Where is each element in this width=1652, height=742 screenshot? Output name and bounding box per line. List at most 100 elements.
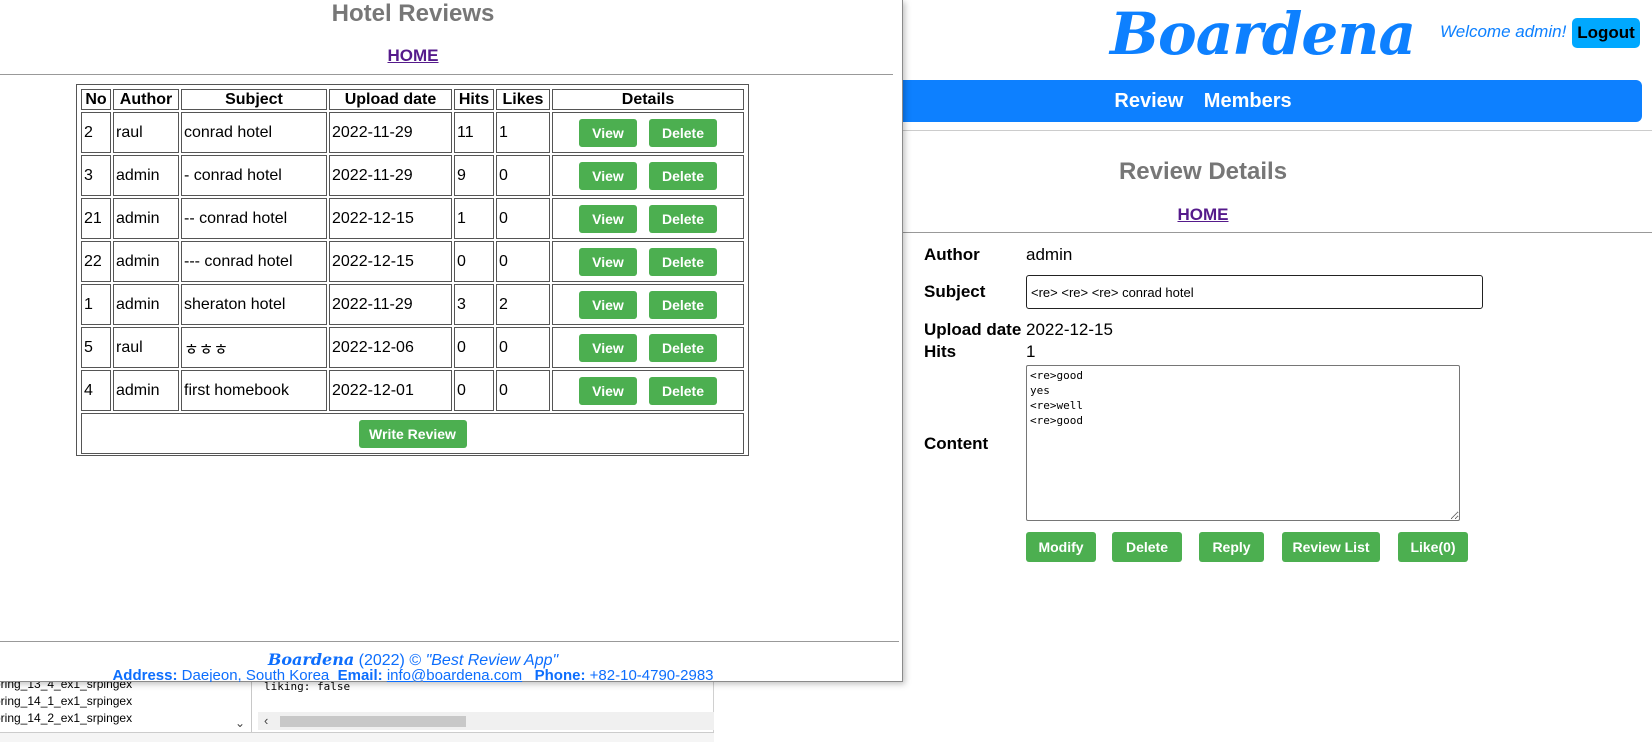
footer-contact: Address: Daejeon, South Korea Email: inf… [0, 667, 826, 682]
cell-likes: 0 [496, 241, 550, 282]
upload-date-value: 2022-12-15 [1026, 320, 1113, 339]
horizontal-scrollbar[interactable]: ‹ [258, 712, 714, 730]
address-label: Address: [112, 667, 178, 682]
home-link[interactable]: HOME [0, 46, 826, 66]
cell-subject: - conrad hotel [181, 155, 327, 196]
review-table: No Author Subject Upload date Hits Likes… [76, 84, 749, 456]
column-header-upload-date: Upload date [329, 89, 452, 110]
cell-details: View Delete [552, 198, 744, 239]
table-row: 5 raul ㅎㅎㅎ 2022-12-06 0 0 View Delete [81, 327, 744, 368]
delete-button[interactable]: Delete [649, 204, 717, 233]
view-button[interactable]: View [579, 333, 637, 362]
scrollbar-thumb[interactable] [280, 716, 466, 727]
cell-details: View Delete [552, 284, 744, 325]
cell-date: 2022-11-29 [329, 284, 452, 325]
cell-author: admin [113, 370, 179, 411]
cell-no: 4 [81, 370, 111, 411]
like-button[interactable]: Like(0) [1398, 532, 1468, 562]
tree-item[interactable]: pring_14_1_ex1_srpingex [0, 693, 251, 710]
page-title: Review Details [1118, 158, 1288, 185]
nav-item-members[interactable]: Members [1196, 80, 1300, 122]
column-header-no: No [81, 89, 111, 110]
cell-hits: 9 [454, 155, 494, 196]
cell-hits: 0 [454, 327, 494, 368]
cell-hits: 0 [454, 370, 494, 411]
delete-button[interactable]: Delete [649, 290, 717, 319]
cell-subject: --- conrad hotel [181, 241, 327, 282]
chevron-down-icon[interactable]: ⌄ [235, 716, 245, 730]
email-label: Email: [337, 667, 383, 682]
phone-value: +82-10-4790-2983 [589, 667, 714, 682]
cell-hits: 1 [454, 198, 494, 239]
table-row: 4 admin first homebook 2022-12-01 0 0 Vi… [81, 370, 744, 411]
cell-hits: 0 [454, 241, 494, 282]
phone-label: Phone: [534, 667, 586, 682]
chevron-left-icon[interactable]: ‹ [264, 712, 268, 730]
view-button[interactable]: View [579, 161, 637, 190]
ide-panel: pring_13_4_ex1_srpingex pring_14_1_ex1_s… [0, 676, 714, 742]
delete-button[interactable]: Delete [649, 333, 717, 362]
author-value: admin [1026, 245, 1073, 264]
column-header-author: Author [113, 89, 179, 110]
column-header-details: Details [552, 89, 744, 110]
view-button[interactable]: View [579, 118, 637, 147]
column-header-subject: Subject [181, 89, 327, 110]
delete-button[interactable]: Delete [1112, 532, 1182, 562]
cell-subject: conrad hotel [181, 112, 327, 153]
modify-button[interactable]: Modify [1026, 532, 1096, 562]
cell-likes: 0 [496, 198, 550, 239]
cell-author: admin [113, 155, 179, 196]
write-review-cell: Write Review [81, 413, 744, 454]
column-header-hits: Hits [454, 89, 494, 110]
cell-no: 5 [81, 327, 111, 368]
boardena-logo[interactable]: Boardena [1110, 2, 1416, 66]
cell-hits: 11 [454, 112, 494, 153]
author-label: Author [924, 245, 980, 264]
cell-author: admin [113, 284, 179, 325]
subject-input[interactable] [1026, 275, 1483, 309]
view-button[interactable]: View [579, 376, 637, 405]
cell-subject: -- conrad hotel [181, 198, 327, 239]
cell-no: 3 [81, 155, 111, 196]
delete-button[interactable]: Delete [649, 161, 717, 190]
main-nav-bar: Review Members [903, 80, 1642, 122]
cell-date: 2022-12-01 [329, 370, 452, 411]
cell-likes: 0 [496, 327, 550, 368]
cell-no: 21 [81, 198, 111, 239]
cell-date: 2022-12-15 [329, 198, 452, 239]
cell-likes: 0 [496, 155, 550, 196]
hotel-reviews-window: Hotel Reviews HOME No Author Subject Upl… [0, 0, 903, 682]
home-link[interactable]: HOME [903, 205, 1503, 225]
logout-button[interactable]: Logout [1572, 18, 1640, 48]
divider [903, 232, 1652, 233]
table-row: 1 admin sheraton hotel 2022-11-29 3 2 Vi… [81, 284, 744, 325]
project-tree[interactable]: pring_13_4_ex1_srpingex pring_14_1_ex1_s… [0, 676, 252, 732]
status-bar [0, 732, 714, 742]
content-label: Content [924, 434, 989, 453]
welcome-text: Welcome admin! [1440, 22, 1567, 41]
delete-button[interactable]: Delete [649, 247, 717, 276]
cell-likes: 0 [496, 370, 550, 411]
delete-button[interactable]: Delete [649, 118, 717, 147]
address-value: Daejeon, South Korea [181, 667, 330, 682]
table-header-row: No Author Subject Upload date Hits Likes… [81, 89, 744, 110]
divider [0, 74, 893, 75]
cell-author: admin [113, 241, 179, 282]
reply-button[interactable]: Reply [1199, 532, 1264, 562]
view-button[interactable]: View [579, 247, 637, 276]
view-button[interactable]: View [579, 290, 637, 319]
cell-no: 2 [81, 112, 111, 153]
review-list-button[interactable]: Review List [1282, 532, 1380, 562]
cell-details: View Delete [552, 155, 744, 196]
view-button[interactable]: View [579, 204, 637, 233]
cell-subject: sheraton hotel [181, 284, 327, 325]
delete-button[interactable]: Delete [649, 376, 717, 405]
email-link[interactable]: info@boardena.com [387, 667, 522, 682]
tree-item[interactable]: pring_14_2_ex1_srpingex [0, 710, 251, 727]
content-textarea[interactable]: <re>good yes <re>well <re>good [1026, 365, 1460, 521]
nav-item-review[interactable]: Review [1106, 80, 1191, 122]
hits-label: Hits [924, 342, 957, 361]
write-review-button[interactable]: Write Review [358, 419, 467, 448]
table-row: 21 admin -- conrad hotel 2022-12-15 1 0 … [81, 198, 744, 239]
cell-likes: 2 [496, 284, 550, 325]
